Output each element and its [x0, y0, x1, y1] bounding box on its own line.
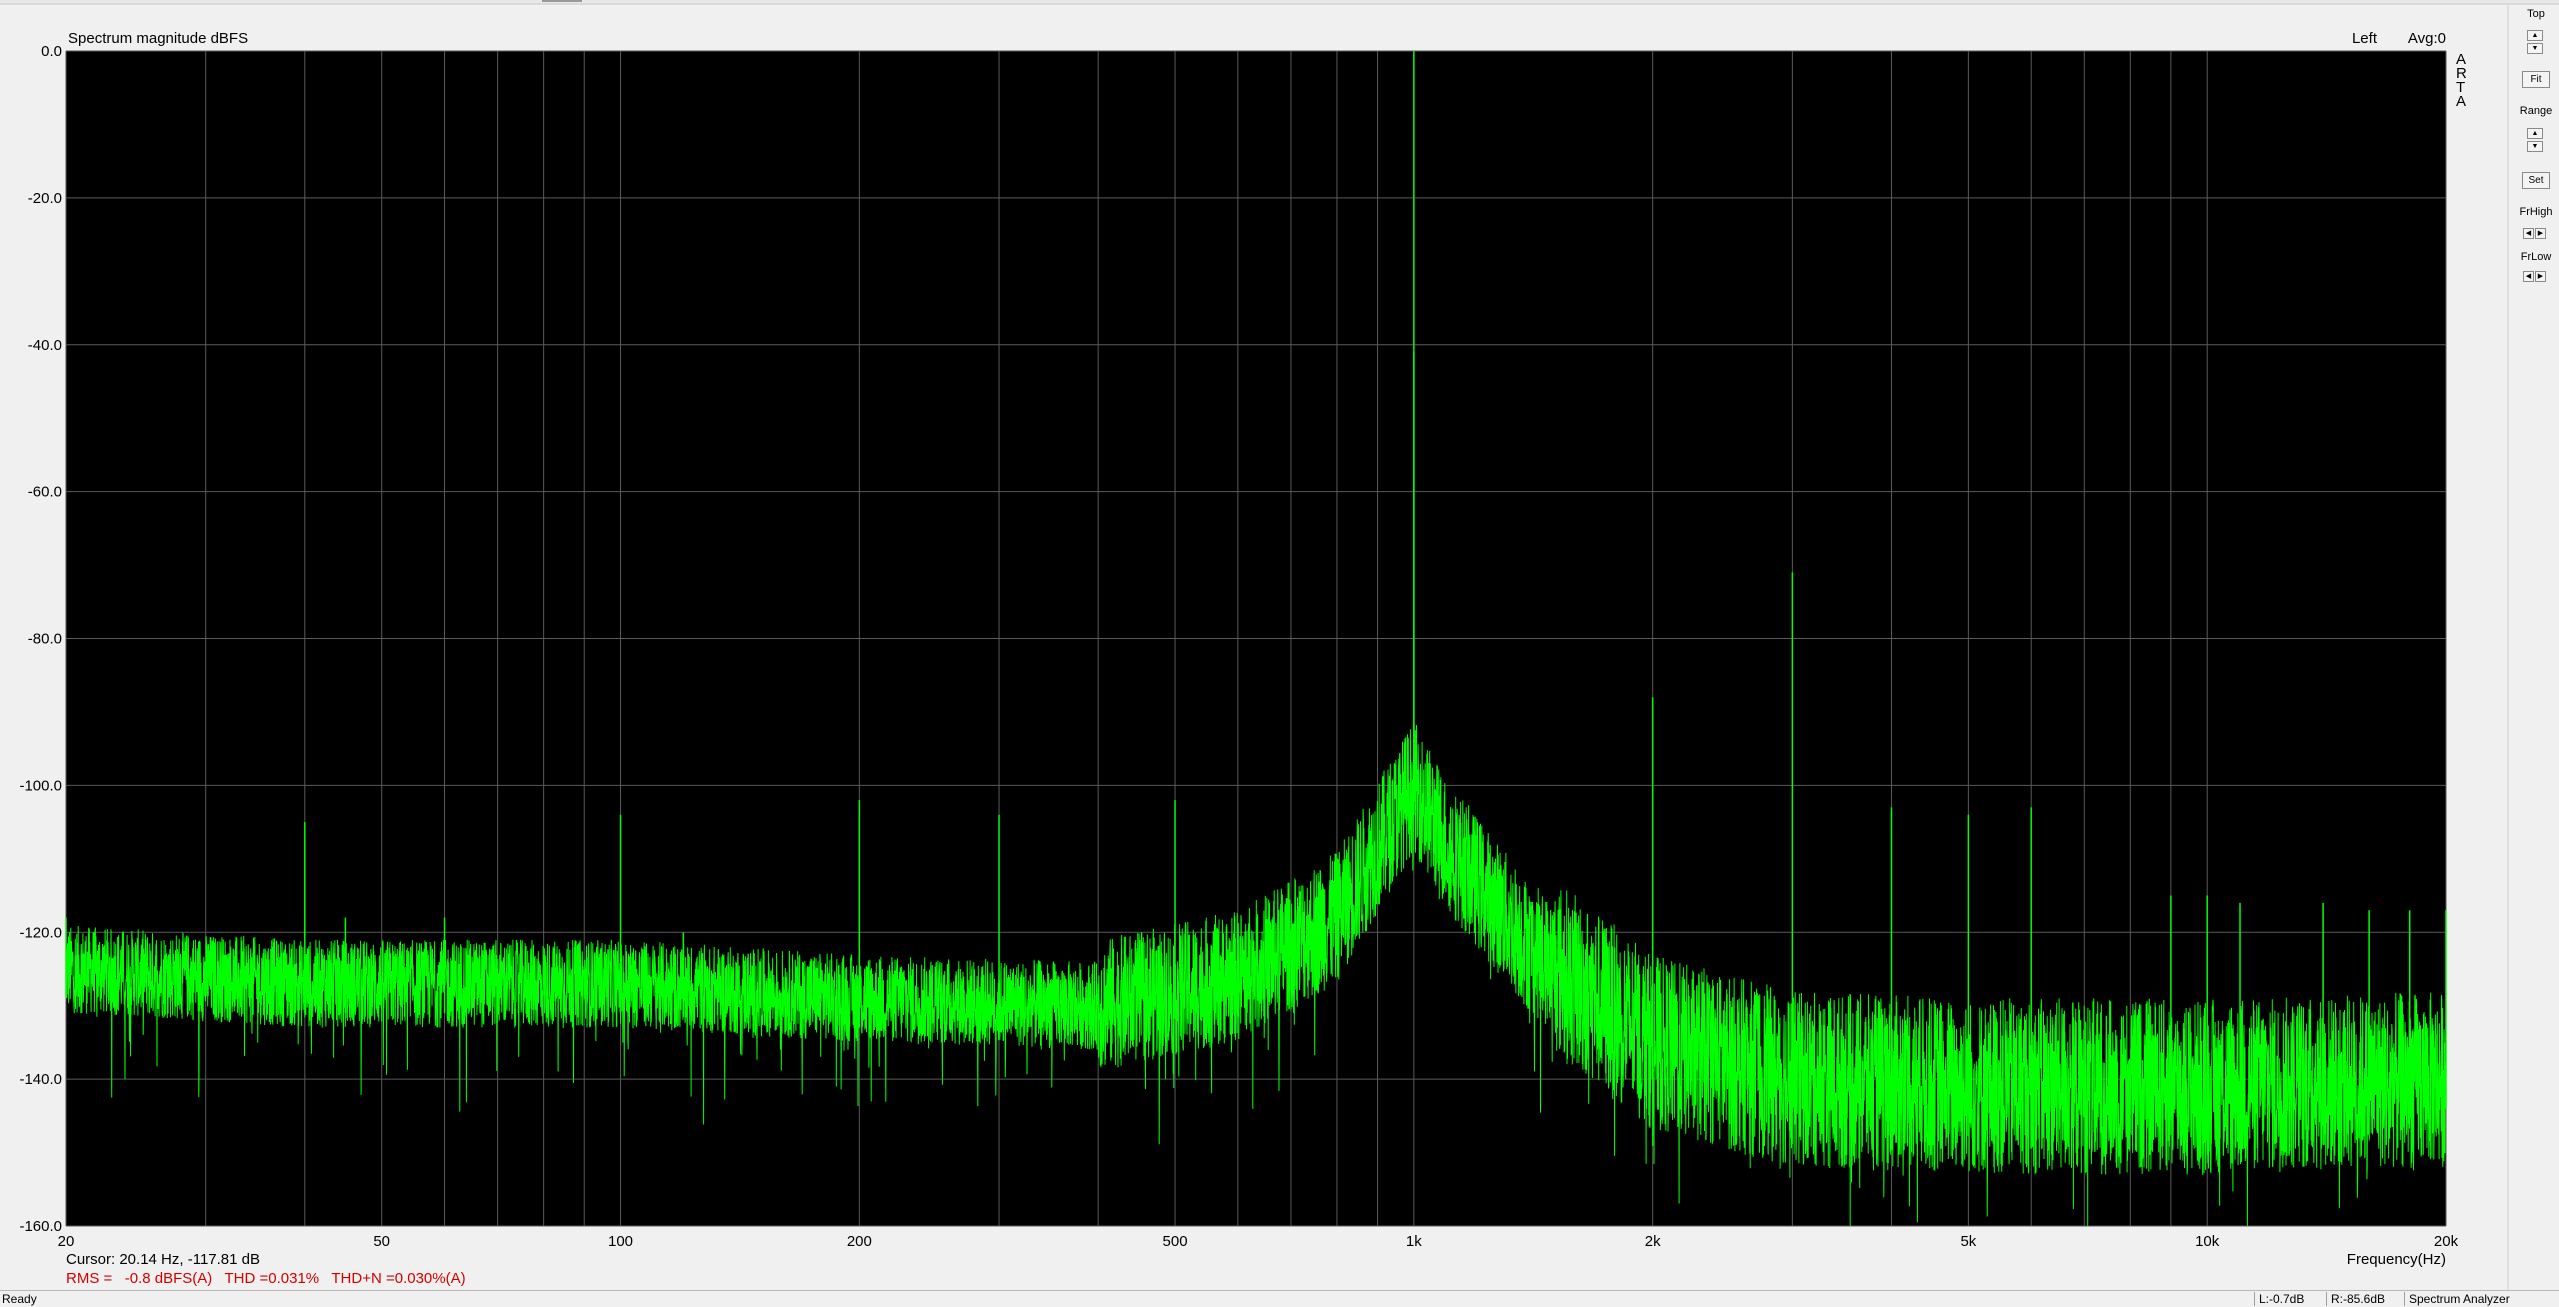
frlow-right-button[interactable]: ▶: [2535, 271, 2546, 282]
top-down-button[interactable]: ▼: [2527, 43, 2543, 54]
x-tick-label: 50: [373, 1233, 390, 1250]
x-tick-label: 20: [58, 1233, 75, 1250]
x-tick-label: 1k: [1406, 1233, 1422, 1250]
frlow-left-button[interactable]: ◀: [2523, 271, 2534, 282]
status-right-level: R:-85.6dB: [2326, 1292, 2399, 1306]
x-axis-ticks: 20 50 100 200 500 1k 2k 5k 10k 20k: [58, 1233, 2459, 1250]
set-button[interactable]: Set: [2522, 172, 2550, 189]
spectrum-chart[interactable]: 0.0 -20.0 -40.0 -60.0 -80.0 -100.0 -120.0 -140.…: [0, 0, 2559, 1307]
frhigh-left-button[interactable]: ◀: [2523, 228, 2534, 239]
frhigh-label: FrHigh: [2519, 206, 2553, 218]
top-up-button[interactable]: ▲: [2527, 30, 2543, 41]
cursor-readout: Cursor: 20.14 Hz, -117.81 dB: [66, 1251, 260, 1268]
x-tick-label: 200: [847, 1233, 872, 1250]
channel-label: Left: [2352, 30, 2378, 47]
chart-title: Spectrum magnitude dBFS: [68, 30, 248, 47]
x-tick-label: 10k: [2195, 1233, 2220, 1250]
top-label: Top: [2527, 8, 2545, 20]
range-label: Range: [2519, 105, 2553, 117]
y-tick-label: -140.0: [19, 1071, 62, 1088]
x-tick-label: 5k: [1960, 1233, 1976, 1250]
status-bar: Ready L:-0.7dB R:-85.6dB Spectrum Analyz…: [0, 1290, 2559, 1307]
y-tick-label: -20.0: [28, 190, 62, 207]
measurement-readout: RMS = -0.8 dBFS(A) THD =0.031% THD+N =0.…: [66, 1270, 466, 1287]
top-scroll-thumb[interactable]: [542, 0, 582, 2]
y-tick-label: -80.0: [28, 631, 62, 648]
range-down-button[interactable]: ▼: [2527, 141, 2543, 152]
frlow-label: FrLow: [2520, 251, 2552, 263]
x-tick-label: 500: [1163, 1233, 1188, 1250]
brand-logo: A R T A: [2456, 51, 2467, 110]
y-tick-label: -60.0: [28, 484, 62, 501]
status-ready: Ready: [2, 1292, 37, 1306]
x-tick-label: 2k: [1645, 1233, 1661, 1250]
top-chrome: [0, 0, 2559, 4]
x-tick-label: 100: [608, 1233, 633, 1250]
status-left-level: L:-0.7dB: [2254, 1292, 2321, 1306]
y-axis-ticks: 0.0 -20.0 -40.0 -60.0 -80.0 -100.0 -120.0 -140.…: [19, 43, 62, 1235]
avg-label: Avg:0: [2408, 30, 2446, 47]
y-tick-label: -120.0: [19, 924, 62, 941]
range-up-button[interactable]: ▲: [2527, 128, 2543, 139]
y-tick-label: -100.0: [19, 777, 62, 794]
brand-letter: A: [2456, 93, 2466, 110]
x-axis-label: Frequency(Hz): [2347, 1251, 2446, 1268]
frhigh-right-button[interactable]: ▶: [2535, 228, 2546, 239]
y-tick-label: -40.0: [28, 337, 62, 354]
y-tick-label: 0.0: [41, 43, 62, 60]
x-tick-label: 20k: [2434, 1233, 2459, 1250]
y-tick-label: -160.0: [19, 1218, 62, 1235]
fit-button[interactable]: Fit: [2522, 71, 2550, 88]
status-mode: Spectrum Analyzer: [2404, 1292, 2559, 1306]
